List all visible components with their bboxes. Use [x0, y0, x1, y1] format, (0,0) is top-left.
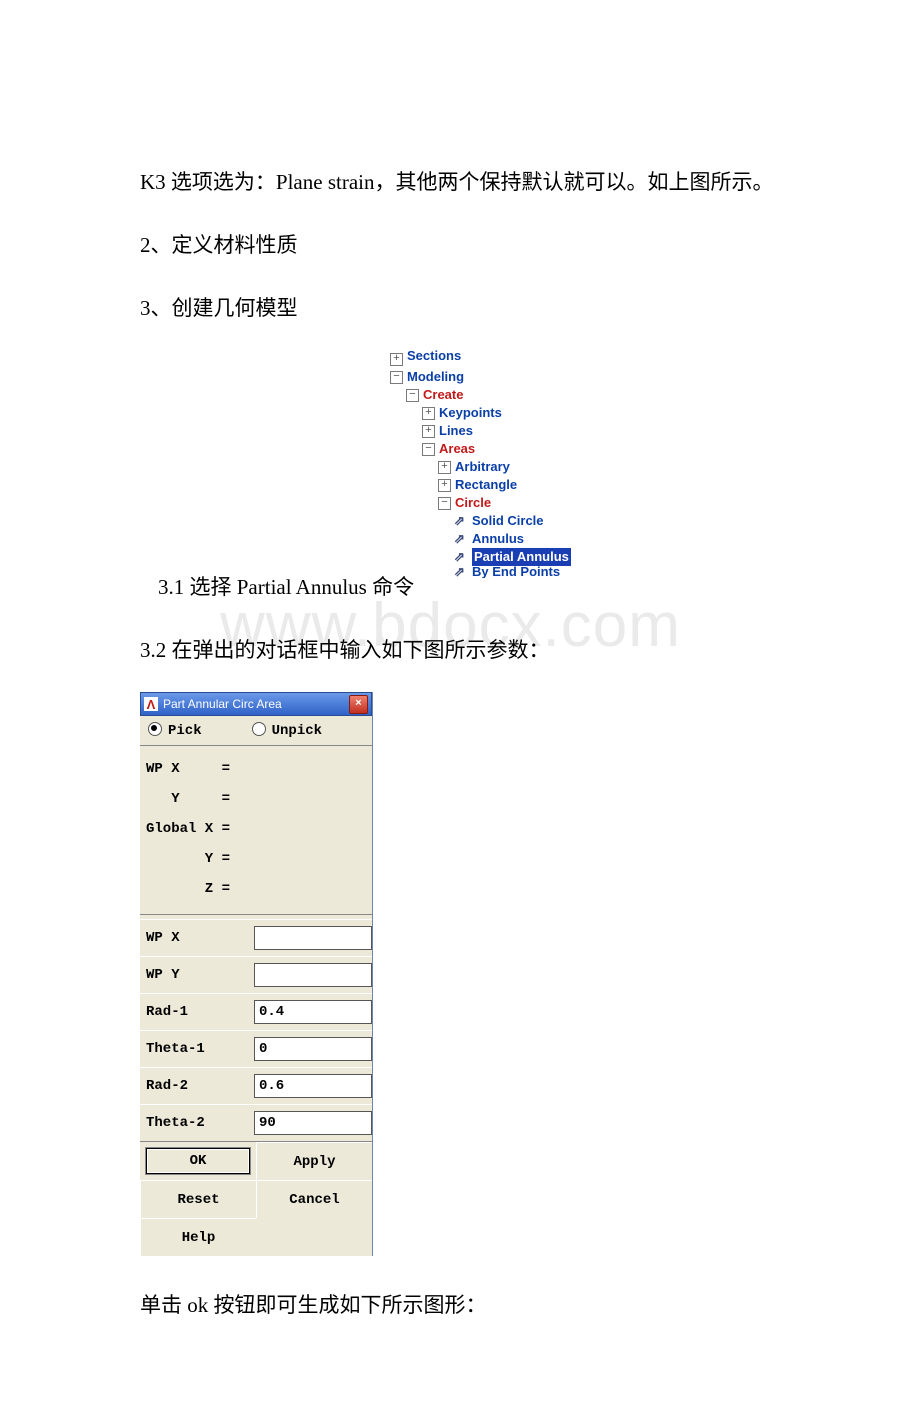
collapse-icon: − [438, 497, 451, 510]
tree-label: Modeling [407, 368, 464, 386]
apply-button[interactable]: Apply [256, 1142, 372, 1180]
field-label: WP Y [140, 967, 254, 983]
coord-global-x: Global X = [146, 814, 366, 844]
field-rad-1: Rad-1 [140, 993, 372, 1030]
tree-label: By End Points [472, 566, 560, 578]
tree-item-keypoints[interactable]: + Keypoints [390, 404, 630, 422]
pick-mode-group: Pick Unpick [140, 716, 372, 746]
close-icon[interactable]: × [349, 695, 368, 714]
coord-global-z: Z = [146, 874, 366, 904]
tree-label: Circle [455, 494, 491, 512]
paragraph-3-2: 3.2 在弹出的对话框中输入如下图所示参数： [140, 629, 780, 671]
radio-icon [148, 722, 162, 736]
field-wp-x: WP X [140, 919, 372, 956]
radio-pick[interactable]: Pick [148, 722, 202, 739]
coord-wp-x: WP X = [146, 754, 366, 784]
field-theta-1: Theta-1 [140, 1030, 372, 1067]
command-icon: ⇗ [454, 512, 472, 530]
tree-item-arbitrary[interactable]: + Arbitrary [390, 458, 630, 476]
tree-item-solid-circle[interactable]: ⇗ Solid Circle [390, 512, 630, 530]
command-icon: ⇗ [454, 566, 472, 578]
expand-icon: + [422, 407, 435, 420]
input-group: WP X WP Y Rad-1 Theta-1 Rad-2 Theta-2 [140, 915, 372, 1141]
radio-label: Unpick [272, 723, 322, 739]
field-label: Theta-2 [140, 1115, 254, 1131]
expand-icon: + [422, 425, 435, 438]
coord-global-y: Y = [146, 844, 366, 874]
field-label: Rad-2 [140, 1078, 254, 1094]
dialog-title-text: Part Annular Circ Area [163, 697, 282, 711]
tree-label-selected: Partial Annulus [472, 548, 571, 566]
tree-item-rectangle[interactable]: + Rectangle [390, 476, 630, 494]
expand-icon: + [438, 461, 451, 474]
paragraph-k3: K3 选项选为：Plane strain，其他两个保持默认就可以。如上图所示。 [140, 161, 780, 203]
field-label: WP X [140, 930, 254, 946]
paragraph-step3: 3、创建几何模型 [140, 287, 780, 329]
tree-item-lines[interactable]: + Lines [390, 422, 630, 440]
collapse-icon: − [422, 443, 435, 456]
tree-label: Annulus [472, 530, 524, 548]
collapse-icon: − [406, 389, 419, 402]
paragraph-after-ok: 单击 ok 按钮即可生成如下所示图形： [140, 1284, 780, 1326]
paragraph-step2: 2、定义材料性质 [140, 224, 780, 266]
tree-label: Arbitrary [455, 458, 510, 476]
coord-readout: WP X = Y = Global X = Y = Z = [140, 746, 372, 915]
input-rad-2[interactable] [254, 1074, 372, 1098]
tree-item-partial-annulus[interactable]: ⇗ Partial Annulus [390, 548, 630, 566]
tree-item-areas[interactable]: − Areas [390, 440, 630, 458]
field-wp-y: WP Y [140, 956, 372, 993]
dialog-titlebar[interactable]: Λ Part Annular Circ Area × [140, 692, 372, 716]
tree-item-modeling[interactable]: − Modeling [390, 368, 630, 386]
menu-tree-screenshot: + Sections − Modeling − Create + Keypoin… [390, 350, 630, 578]
expand-icon: + [438, 479, 451, 492]
input-theta-2[interactable] [254, 1111, 372, 1135]
command-icon: ⇗ [454, 548, 472, 566]
dialog-part-annular: Λ Part Annular Circ Area × Pick Unpick W… [140, 692, 373, 1256]
radio-icon [252, 722, 266, 736]
tree-label: Lines [439, 422, 473, 440]
tree-item-by-end-points[interactable]: ⇗ By End Points [390, 566, 630, 578]
input-rad-1[interactable] [254, 1000, 372, 1024]
radio-label: Pick [168, 723, 202, 739]
reset-button[interactable]: Reset [140, 1180, 256, 1218]
input-wp-y[interactable] [254, 963, 372, 987]
input-wp-x[interactable] [254, 926, 372, 950]
help-button[interactable]: Help [140, 1218, 256, 1256]
tree-label: Areas [439, 440, 475, 458]
tree-label: Create [423, 386, 463, 404]
input-theta-1[interactable] [254, 1037, 372, 1061]
tree-label: Rectangle [455, 476, 517, 494]
cancel-button[interactable]: Cancel [256, 1180, 372, 1218]
command-icon: ⇗ [454, 530, 472, 548]
document-page: K3 选项选为：Plane strain，其他两个保持默认就可以。如上图所示。 … [0, 0, 920, 1407]
collapse-icon: − [390, 371, 403, 384]
coord-wp-y: Y = [146, 784, 366, 814]
tree-item-annulus[interactable]: ⇗ Annulus [390, 530, 630, 548]
field-rad-2: Rad-2 [140, 1067, 372, 1104]
app-logo-icon: Λ [144, 697, 158, 711]
radio-unpick[interactable]: Unpick [252, 722, 322, 739]
tree-item-create[interactable]: − Create [390, 386, 630, 404]
tree-label: Sections [407, 347, 461, 365]
expand-icon: + [390, 353, 403, 366]
dialog-button-row: OK Apply Reset Cancel Help [140, 1141, 372, 1256]
tree-label: Keypoints [439, 404, 502, 422]
tree-item-circle[interactable]: − Circle [390, 494, 630, 512]
field-theta-2: Theta-2 [140, 1104, 372, 1141]
field-label: Theta-1 [140, 1041, 254, 1057]
field-label: Rad-1 [140, 1004, 254, 1020]
tree-item-sections[interactable]: + Sections [390, 350, 630, 368]
tree-label: Solid Circle [472, 512, 544, 530]
ok-button[interactable]: OK [145, 1147, 251, 1175]
